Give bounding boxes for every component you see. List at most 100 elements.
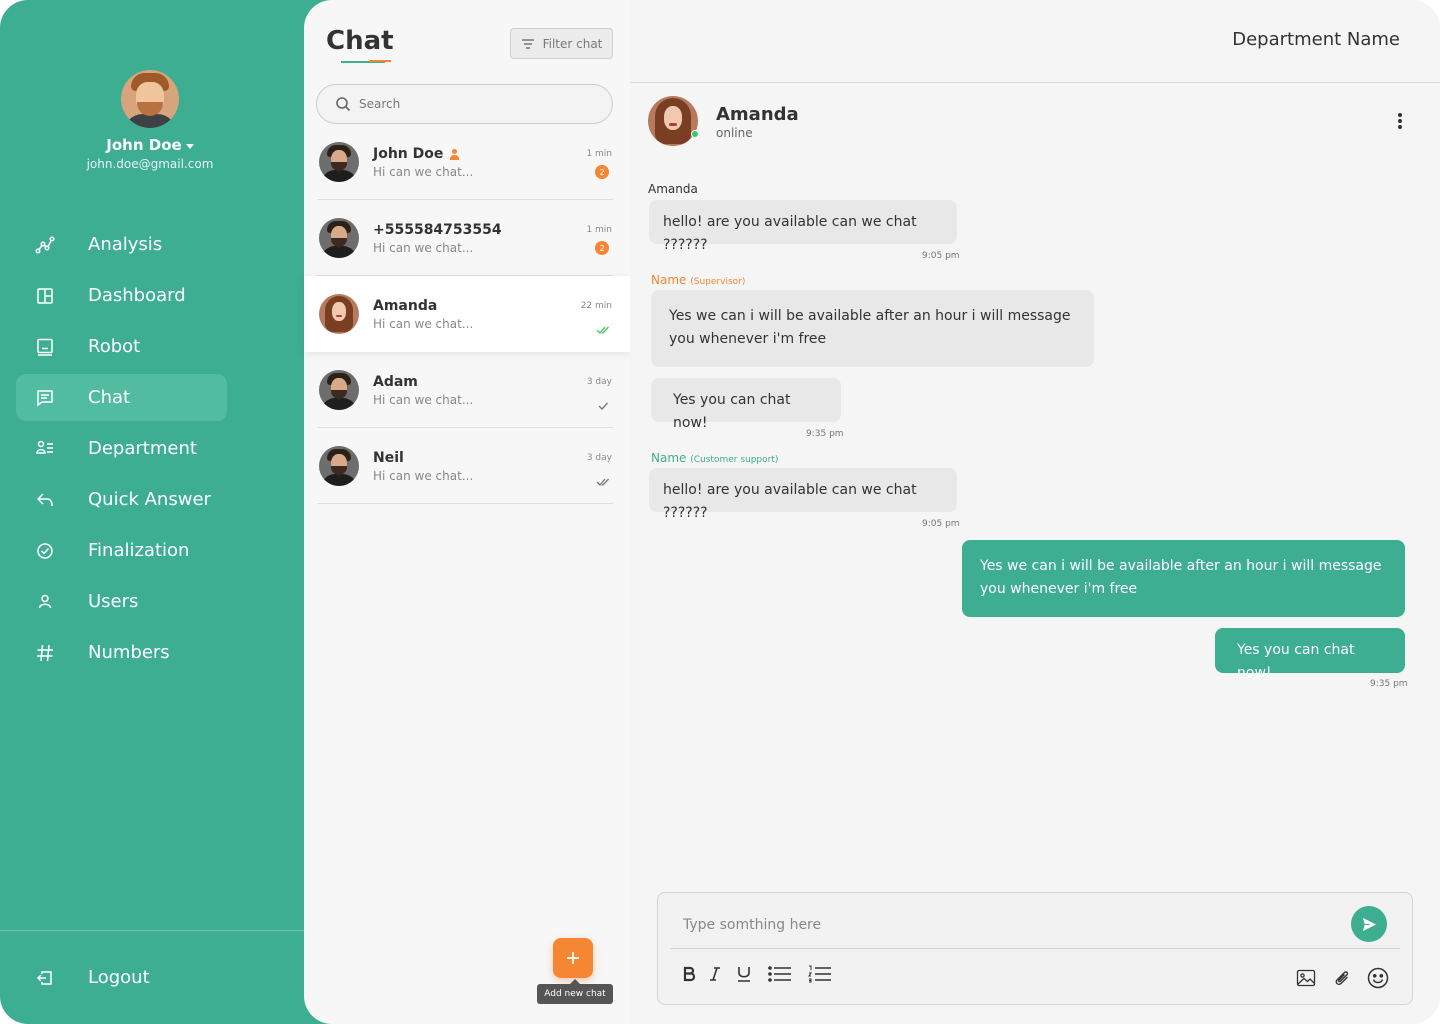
bold-icon: [683, 966, 696, 982]
department-icon: [35, 439, 55, 459]
chat-item-preview: Hi can we chat...: [373, 241, 474, 255]
sidebar-item-numbers[interactable]: Numbers: [16, 629, 227, 676]
sidebar-divider: [0, 930, 304, 931]
avatar: [319, 142, 359, 182]
chat-item-time: 1 min: [586, 225, 612, 235]
caret-down-icon: [185, 144, 194, 149]
filter-chat-button[interactable]: Filter chat: [510, 28, 613, 59]
outgoing-message: Yes you can chat now!: [1215, 628, 1405, 681]
online-indicator: [691, 130, 699, 138]
message-sender: Amanda: [648, 182, 698, 196]
finalization-icon: [35, 541, 55, 561]
attach-button[interactable]: [1331, 967, 1353, 989]
more-vertical-icon[interactable]: [1398, 113, 1402, 129]
user-profile: John Doe john.doe@gmail.com: [0, 70, 300, 171]
filter-chat-label: Filter chat: [542, 36, 603, 51]
outgoing-message: Yes we can i will be available after an …: [962, 540, 1405, 617]
sidebar-item-finalization[interactable]: Finalization: [16, 527, 227, 574]
chat-list-item[interactable]: +555584753554 Hi can we chat... 1 min 2: [304, 200, 630, 276]
chat-item-time: 3 day: [586, 453, 612, 463]
title-underline: [341, 60, 391, 63]
numbers-icon: [35, 643, 55, 663]
unread-badge: 2: [595, 241, 609, 255]
profile-name-dropdown[interactable]: John Doe: [0, 136, 300, 154]
add-new-chat-tooltip: Add new chat: [537, 984, 613, 1004]
bullet-list-button[interactable]: [767, 963, 793, 985]
message-composer: [657, 892, 1413, 1005]
quick-answer-icon: [35, 490, 55, 510]
chat-list-item[interactable]: Adam Hi can we chat... 3 day: [304, 352, 630, 428]
sidebar-item-label: Robot: [88, 336, 141, 357]
chat-item-name: Neil: [373, 450, 404, 466]
sidebar-item-department[interactable]: Department: [16, 425, 227, 472]
sidebar-item-label: Department: [88, 438, 197, 459]
double-check-read-icon: [596, 320, 610, 334]
sidebar-item-label: Quick Answer: [88, 489, 211, 510]
contact-avatar[interactable]: [648, 96, 698, 146]
search-box: [316, 84, 613, 124]
message-time: 9:35 pm: [806, 429, 844, 439]
emoji-button[interactable]: [1367, 967, 1389, 989]
message-input[interactable]: [683, 913, 1333, 937]
robot-icon: [35, 337, 55, 357]
chat-item-preview: Hi can we chat...: [373, 469, 474, 483]
logout-container: Logout: [16, 954, 227, 1005]
bold-button[interactable]: [681, 963, 697, 985]
incoming-message: hello! are you available can we chat ???…: [649, 200, 957, 253]
chat-list-item[interactable]: Neil Hi can we chat... 3 day: [304, 428, 630, 504]
italic-button[interactable]: [708, 963, 722, 985]
add-new-chat-button[interactable]: [553, 938, 593, 978]
underline-icon: [738, 967, 750, 982]
chat-list-title: Chat: [326, 26, 394, 56]
composer-divider: [670, 948, 1400, 949]
chat-list-item-active[interactable]: Amanda Hi can we chat... 22 min: [304, 276, 630, 352]
message-sender-supervisor: Name (Supervisor): [651, 273, 745, 287]
sidebar-item-quick-answer[interactable]: Quick Answer: [16, 476, 227, 523]
sidebar-item-analysis[interactable]: Analysis: [16, 221, 227, 268]
sidebar-item-chat[interactable]: Chat: [16, 374, 227, 421]
analysis-icon: [35, 235, 55, 255]
contact-name: Amanda: [716, 104, 799, 125]
chat-item-preview: Hi can we chat...: [373, 393, 474, 407]
numbered-list-button[interactable]: [807, 963, 833, 985]
emoji-icon: [1367, 967, 1389, 989]
sidebar-item-label: Analysis: [88, 234, 163, 255]
sidebar-item-robot[interactable]: Robot: [16, 323, 227, 370]
contact-status: online: [716, 126, 753, 140]
image-upload-button[interactable]: [1295, 967, 1317, 989]
image-icon: [1296, 969, 1316, 987]
profile-name: John Doe: [106, 136, 182, 154]
dashboard-icon: [35, 286, 55, 306]
logout-label: Logout: [88, 967, 150, 988]
sidebar-nav: Analysis Dashboard Robot Chat Department: [16, 221, 227, 680]
search-icon: [336, 97, 351, 112]
logout-button[interactable]: Logout: [16, 954, 227, 1001]
sidebar-item-label: Users: [88, 591, 139, 612]
chat-item-time: 1 min: [586, 149, 612, 159]
chat-list-item[interactable]: John Doe Hi can we chat... 1 min 2: [304, 124, 630, 200]
message-time: 9:05 pm: [922, 519, 960, 529]
unread-badge: 2: [595, 165, 609, 179]
sidebar: John Doe john.doe@gmail.com Analysis Das…: [0, 0, 340, 1024]
avatar: [319, 370, 359, 410]
sender-name: Name: [651, 273, 687, 287]
sidebar-item-dashboard[interactable]: Dashboard: [16, 272, 227, 319]
underline-button[interactable]: [735, 963, 753, 985]
send-button[interactable]: [1351, 906, 1387, 942]
sender-role: (Customer support): [690, 455, 779, 465]
double-check-icon: [596, 472, 610, 486]
avatar: [319, 446, 359, 486]
conversation-panel: Department Name Amanda online Amanda hel…: [630, 0, 1440, 1024]
paperclip-icon: [1335, 971, 1349, 986]
incoming-message: Yes we can i will be available after an …: [651, 290, 1094, 367]
avatar: [319, 294, 359, 334]
sidebar-item-users[interactable]: Users: [16, 578, 227, 625]
chat-item-name: Adam: [373, 374, 418, 390]
avatar[interactable]: [121, 70, 179, 128]
filter-icon: [521, 38, 534, 49]
chat-item-time: 22 min: [580, 301, 612, 311]
header-divider: [630, 82, 1440, 83]
incoming-message: hello! are you available can we chat ???…: [649, 468, 957, 521]
search-input[interactable]: [359, 97, 599, 111]
sidebar-item-label: Numbers: [88, 642, 170, 663]
